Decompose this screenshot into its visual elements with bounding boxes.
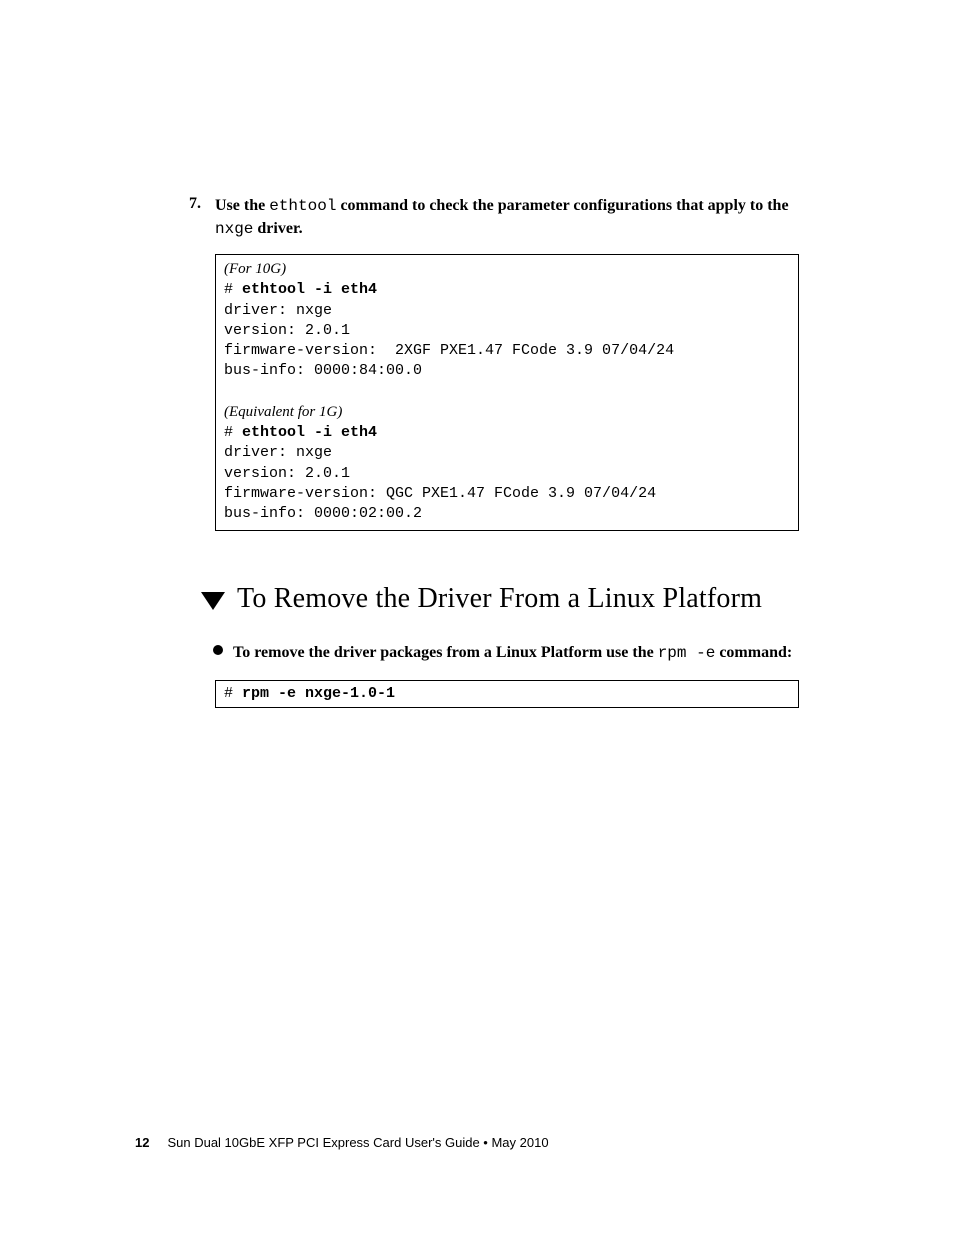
bullet-icon	[213, 645, 223, 655]
prompt-2: #	[224, 424, 242, 441]
page-footer: 12 Sun Dual 10GbE XFP PCI Express Card U…	[135, 1135, 549, 1150]
triangle-down-icon	[201, 592, 225, 610]
rpm-code: rpm -e	[658, 644, 716, 662]
out-1a: driver: nxge	[224, 302, 332, 319]
bullet-text: To remove the driver packages from a Lin…	[233, 641, 792, 665]
code-block-rpm: # rpm -e nxge-1.0-1	[215, 680, 799, 708]
cmd-2: ethtool -i eth4	[242, 424, 377, 441]
step-text-1: Use the	[215, 197, 269, 214]
bullet-part-1: To remove the driver packages from a Lin…	[233, 644, 658, 661]
ethtool-code: ethtool	[269, 197, 336, 215]
label-10g: (For 10G)	[224, 261, 286, 277]
out-2c: firmware-version: QGC PXE1.47 FCode 3.9 …	[224, 485, 656, 502]
page-content: 7. Use the ethtool command to check the …	[0, 0, 954, 1235]
step-number: 7.	[189, 195, 207, 213]
step-text-3: driver.	[253, 220, 302, 237]
rpm-cmd: rpm -e nxge-1.0-1	[242, 685, 395, 702]
bullet-item: To remove the driver packages from a Lin…	[215, 641, 799, 665]
out-2b: version: 2.0.1	[224, 465, 350, 482]
step-text-2: command to check the parameter configura…	[336, 197, 788, 214]
prompt-1: #	[224, 281, 242, 298]
footer-title: Sun Dual 10GbE XFP PCI Express Card User…	[167, 1135, 548, 1150]
page-number: 12	[135, 1135, 149, 1150]
out-2a: driver: nxge	[224, 444, 332, 461]
section-heading: To Remove the Driver From a Linux Platfo…	[237, 583, 762, 615]
step-7: 7. Use the ethtool command to check the …	[215, 195, 799, 240]
out-2d: bus-info: 0000:02:00.2	[224, 505, 422, 522]
step-instruction: Use the ethtool command to check the par…	[215, 195, 799, 240]
nxge-code: nxge	[215, 220, 253, 238]
out-1c: firmware-version: 2XGF PXE1.47 FCode 3.9…	[224, 342, 674, 359]
cmd-1: ethtool -i eth4	[242, 281, 377, 298]
step-row: 7. Use the ethtool command to check the …	[215, 195, 799, 240]
rpm-prompt: #	[224, 685, 242, 702]
out-1d: bus-info: 0000:84:00.0	[224, 362, 422, 379]
code-block-ethtool: (For 10G) # ethtool -i eth4 driver: nxge…	[215, 254, 799, 531]
section-heading-row: To Remove the Driver From a Linux Platfo…	[201, 583, 799, 615]
bullet-part-2: command:	[715, 644, 792, 661]
out-1b: version: 2.0.1	[224, 322, 350, 339]
label-1g: (Equivalent for 1G)	[224, 404, 342, 420]
